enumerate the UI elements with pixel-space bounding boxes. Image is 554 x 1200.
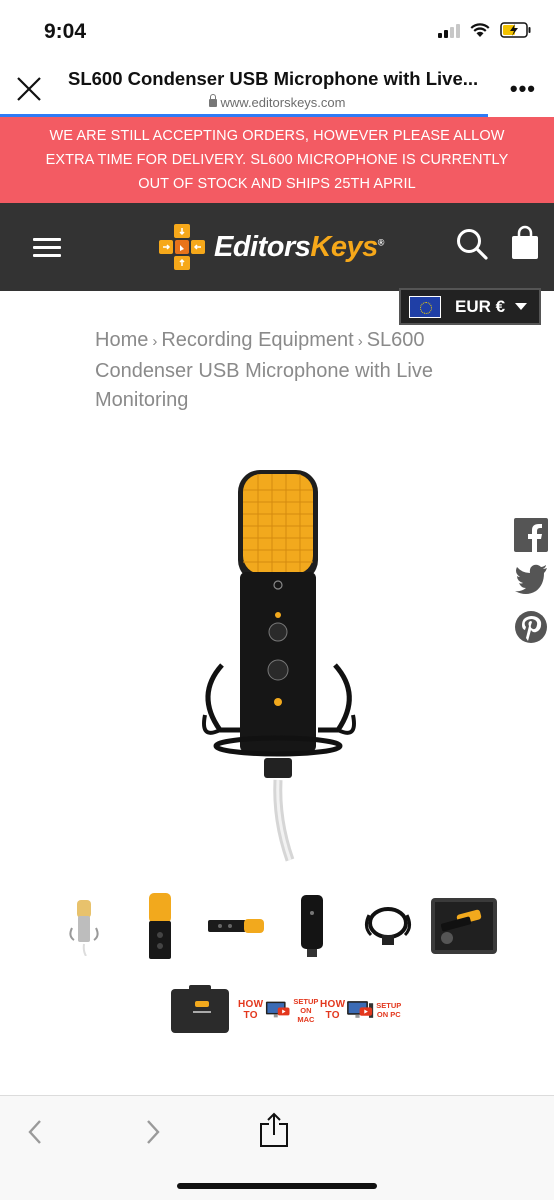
- battery-charging-icon: [500, 22, 531, 38]
- breadcrumb-separator: ›: [357, 333, 363, 350]
- chevron-down-icon: [515, 303, 528, 310]
- chevron-right-icon: [147, 1120, 160, 1144]
- back-button[interactable]: [24, 1118, 48, 1151]
- breadcrumb-separator: ›: [152, 333, 158, 350]
- twitter-icon: [515, 564, 547, 594]
- status-icons: [438, 22, 532, 38]
- home-indicator[interactable]: [177, 1183, 377, 1189]
- thumbnail-6[interactable]: [426, 890, 502, 962]
- share-icon: [260, 1112, 288, 1147]
- status-bar: 9:04: [0, 0, 554, 62]
- chevron-left-icon: [28, 1120, 41, 1144]
- product-image[interactable]: [180, 440, 380, 870]
- microphone-back-thumbnail: [301, 895, 323, 957]
- logo-text: EditorsKeys®: [214, 231, 384, 264]
- howto-mac-title: HOW TO: [238, 999, 264, 1021]
- lock-icon: [208, 94, 217, 107]
- menu-button[interactable]: [33, 238, 61, 258]
- howto-mac-subtitle: SETUP ON MAC: [293, 996, 319, 1024]
- pinterest-share-button[interactable]: [514, 610, 548, 644]
- thumbnail-5[interactable]: [350, 890, 426, 962]
- howto-pc-subtitle: SETUP ON PC: [376, 1001, 402, 1019]
- search-icon: [457, 229, 488, 260]
- thumbnail-3[interactable]: [198, 890, 274, 962]
- logo-cross-icon: [159, 224, 205, 270]
- microphone-body-thumbnail: [149, 893, 171, 959]
- currency-label: EUR €: [455, 296, 506, 316]
- wifi-icon: [470, 22, 490, 37]
- product-thumbnail-gallery: HOW TO SETUP ON MAC HOW TO SETUP ON PC: [46, 890, 526, 1046]
- thumbnail-2[interactable]: [122, 890, 198, 962]
- search-button[interactable]: [455, 227, 489, 266]
- announcement-line-2: EXTRA TIME FOR DELIVERY. SL600 MICROPHON…: [45, 152, 509, 168]
- thumbnail-howto-mac[interactable]: HOW TO SETUP ON MAC: [238, 975, 320, 1045]
- announcement-banner: WE ARE STILL ACCEPTING ORDERS, HOWEVER P…: [0, 117, 554, 203]
- facebook-share-button[interactable]: [514, 518, 548, 552]
- mac-setup-video-icon: [266, 1001, 290, 1018]
- site-header: EditorsKeys®: [0, 203, 554, 291]
- cellular-signal-icon: [438, 23, 460, 38]
- logo-text-editors: Editors: [214, 230, 311, 263]
- announcement-line-1: WE ARE STILL ACCEPTING ORDERS, HOWEVER P…: [49, 128, 505, 144]
- url-text: www.editorskeys.com: [220, 95, 346, 110]
- microphone-image: [202, 470, 356, 862]
- forward-button[interactable]: [140, 1118, 164, 1151]
- pinterest-icon: [515, 611, 547, 643]
- breadcrumb-home[interactable]: Home: [95, 329, 148, 351]
- howto-pc-title: HOW TO: [320, 999, 346, 1021]
- microphone-front-thumbnail: [69, 900, 99, 956]
- breadcrumb-category[interactable]: Recording Equipment: [161, 329, 353, 351]
- logo-registered-mark: ®: [377, 236, 385, 247]
- browser-address-bar: SL600 Condenser USB Microphone with Live…: [0, 62, 554, 116]
- breadcrumb: Home › Recording Equipment › SL600 Condenser…: [95, 326, 475, 416]
- eu-flag-icon: [409, 295, 441, 318]
- thumbnail-4[interactable]: [274, 890, 350, 962]
- page-title: SL600 Condenser USB Microphone with Live…: [68, 68, 479, 89]
- social-share-bar: [514, 518, 548, 656]
- microphone-side-thumbnail: [208, 919, 264, 933]
- shopping-bag-icon: [512, 225, 538, 259]
- facebook-icon: [514, 518, 548, 552]
- carry-case-thumbnail: [171, 985, 229, 1033]
- site-logo[interactable]: EditorsKeys®: [158, 223, 384, 271]
- announcement-line-3: OUT OF STOCK AND SHIPS 25TH APRIL: [138, 176, 416, 192]
- thumbnail-7[interactable]: [162, 974, 238, 1046]
- status-time: 9:04: [44, 20, 87, 43]
- share-button[interactable]: [259, 1112, 289, 1153]
- pc-setup-video-icon: [347, 1001, 374, 1018]
- carry-case-open-thumbnail: [431, 898, 497, 954]
- page-url[interactable]: www.editorskeys.com: [0, 94, 554, 110]
- currency-selector[interactable]: EUR €: [399, 288, 541, 325]
- twitter-share-button[interactable]: [514, 564, 548, 598]
- shock-mount-thumbnail: [364, 907, 412, 945]
- thumbnail-1[interactable]: [46, 890, 122, 962]
- thumbnail-howto-pc[interactable]: HOW TO SETUP ON PC: [320, 975, 402, 1045]
- logo-text-keys: Keys: [310, 230, 378, 263]
- more-options-button[interactable]: •••: [510, 76, 536, 102]
- cart-button[interactable]: [510, 225, 540, 266]
